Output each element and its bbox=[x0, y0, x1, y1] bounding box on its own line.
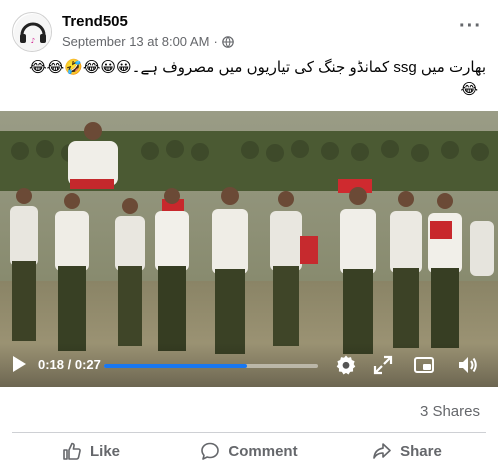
comment-button[interactable]: Comment bbox=[170, 436, 328, 466]
play-icon[interactable] bbox=[11, 355, 27, 373]
like-label: Like bbox=[89, 442, 120, 460]
post-timestamp[interactable]: September 13 at 8:00 AM bbox=[62, 34, 209, 49]
post-caption: بھارت میں ssg کمانڈو جنگ کی تیاریوں میں … bbox=[29, 59, 486, 76]
avatar[interactable]: ♪ bbox=[12, 12, 52, 52]
video-progress-bar[interactable] bbox=[104, 364, 318, 368]
video-controls: 0:18 / 0:27 bbox=[0, 343, 498, 387]
post-meta: September 13 at 8:00 AM · bbox=[62, 34, 234, 49]
settings-icon[interactable] bbox=[334, 353, 358, 377]
thumbs-up-icon bbox=[63, 442, 81, 460]
share-icon bbox=[373, 443, 391, 459]
video-player[interactable]: 0:18 / 0:27 bbox=[0, 111, 498, 387]
post-actions: Like Comment Share bbox=[12, 436, 486, 466]
meta-separator: · bbox=[213, 34, 218, 49]
more-options-icon[interactable]: ··· bbox=[459, 16, 482, 36]
share-label: Share bbox=[400, 442, 442, 460]
divider bbox=[12, 432, 486, 433]
comment-icon bbox=[201, 442, 220, 460]
author-name[interactable]: Trend505 bbox=[62, 13, 128, 30]
volume-icon[interactable] bbox=[456, 353, 480, 377]
share-button[interactable]: Share bbox=[328, 436, 486, 466]
comment-label: Comment bbox=[228, 442, 298, 460]
like-button[interactable]: Like bbox=[12, 436, 170, 466]
shares-count[interactable]: 3 Shares bbox=[420, 403, 480, 420]
picture-in-picture-icon[interactable] bbox=[412, 353, 436, 377]
globe-icon bbox=[221, 35, 234, 48]
video-progress-fill bbox=[104, 364, 248, 368]
post-header: ♪ Trend505 September 13 at 8:00 AM · ··· bbox=[12, 10, 486, 54]
video-time: 0:18 / 0:27 bbox=[38, 357, 101, 372]
svg-text:♪: ♪ bbox=[31, 37, 35, 45]
facebook-post: ♪ Trend505 September 13 at 8:00 AM · ···… bbox=[0, 0, 498, 466]
caption-trailing-emoji: 😂 bbox=[460, 81, 478, 98]
fullscreen-icon[interactable] bbox=[371, 353, 395, 377]
